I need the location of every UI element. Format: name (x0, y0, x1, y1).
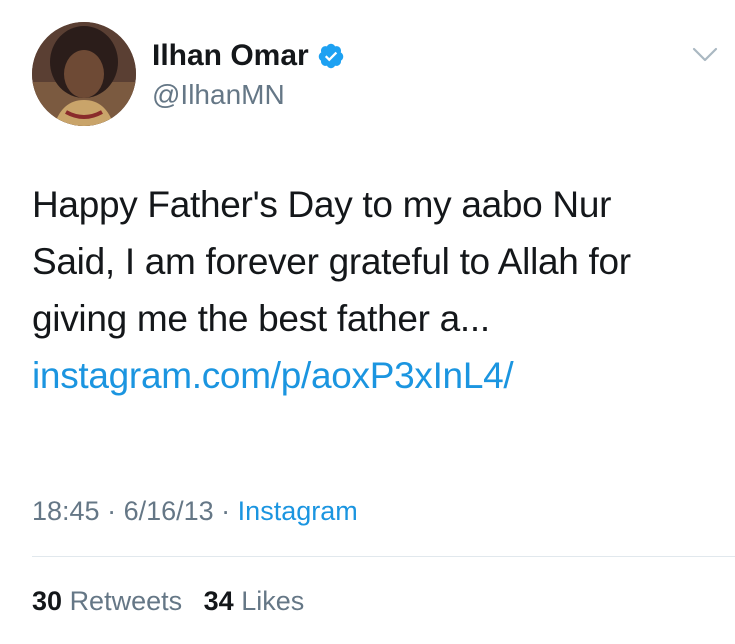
tweet-stats: 30 Retweets 34 Likes (32, 584, 318, 618)
verified-badge-icon (318, 43, 343, 69)
avatar[interactable] (32, 22, 136, 126)
author-handle[interactable]: @IlhanMN (152, 78, 285, 112)
retweets-label: Retweets (69, 586, 183, 616)
tweet-line: giving me the best father a... (32, 298, 490, 339)
likes-stat[interactable]: 34 Likes (204, 586, 305, 616)
tweet-date: 6/16/13 (123, 496, 214, 526)
meta-separator: · (99, 496, 124, 526)
meta-separator: · (213, 496, 238, 526)
avatar-image (32, 22, 136, 126)
likes-count: 34 (203, 586, 234, 616)
retweets-stat[interactable]: 30 Retweets (32, 586, 182, 616)
tweet-source-link[interactable]: Instagram (238, 496, 358, 526)
tweet-time: 18:45 (32, 496, 100, 526)
tweet-line: Said, I am forever grateful to Allah for (32, 241, 631, 282)
retweets-count: 30 (32, 586, 63, 616)
tweet-text: Happy Father's Day to my aabo Nur Said, … (32, 176, 712, 404)
chevron-down-icon[interactable] (692, 46, 718, 64)
author-name-row[interactable]: Ilhan Omar (152, 38, 345, 74)
tweet-meta: 18:45 · 6/16/13 · Instagram (32, 494, 358, 528)
author-name[interactable]: Ilhan Omar (152, 38, 309, 74)
divider (32, 556, 735, 557)
tweet-link[interactable]: instagram.com/p/aoxP3xInL4/ (32, 347, 712, 404)
tweet-line: Happy Father's Day to my aabo Nur (32, 184, 612, 225)
likes-label: Likes (241, 586, 305, 616)
